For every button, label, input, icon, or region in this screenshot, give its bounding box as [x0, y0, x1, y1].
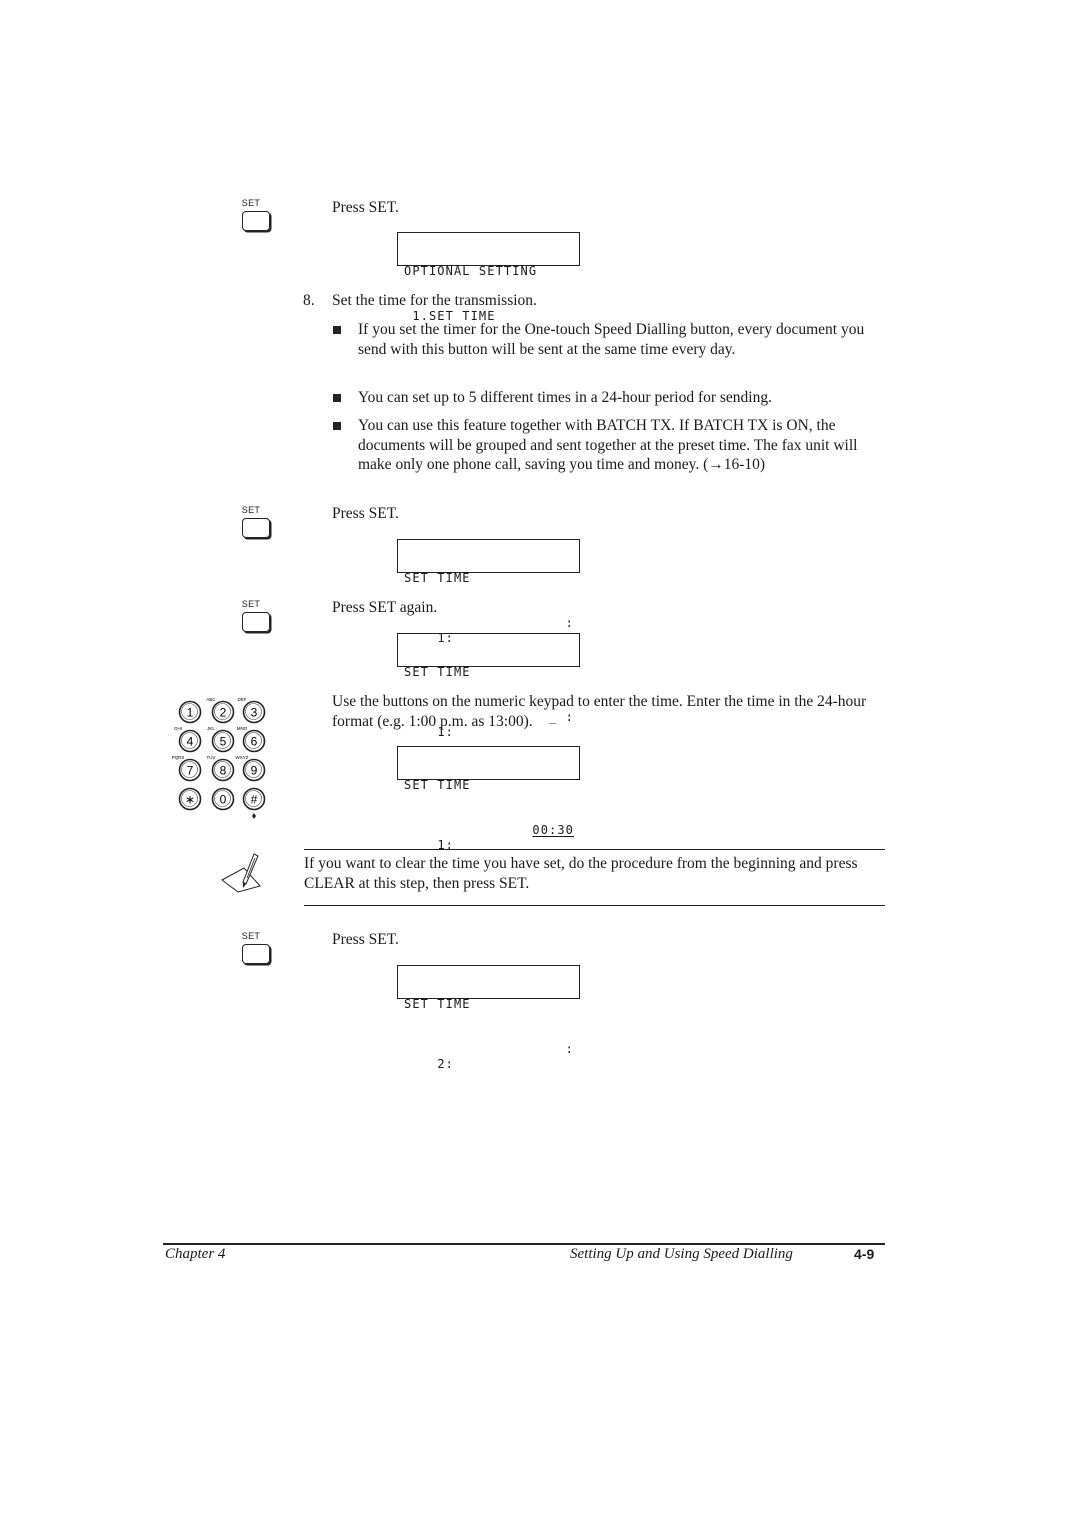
key-box [242, 944, 270, 964]
lcd-display-set-time-entered: SET TIME 1: 00:30 [397, 746, 580, 852]
lcd-line-2: 2: : [404, 1042, 579, 1071]
keypad-digit: 2 [220, 706, 227, 720]
keypad-digit: 1 [187, 706, 194, 720]
lcd-line-1: SET TIME [404, 997, 471, 1011]
keypad-digit: 4 [187, 735, 194, 749]
set-key-icon: SET [237, 505, 277, 539]
step-8-text: Set the time for the transmission. [332, 292, 537, 309]
keypad-letters: DEF [238, 697, 247, 702]
keypad-digit: 6 [251, 735, 258, 749]
keypad-key-4: 4 GHI [174, 726, 202, 753]
lcd-line-1: OPTIONAL SETTING [404, 264, 538, 278]
lcd-line-1: SET TIME [404, 665, 471, 679]
set-key-label: SET [241, 505, 261, 515]
keypad-digit: 3 [251, 706, 258, 720]
keypad-key-6: 6MNO [237, 726, 266, 753]
press-set-instruction: Press SET. [332, 505, 399, 522]
keypad-key-2: 2 ABC [206, 697, 235, 724]
keypad-digit: 5 [220, 735, 227, 749]
diamond-marker-icon [252, 813, 256, 819]
numeric-keypad-icon: 1 2 ABC 3 DEF 4 GHI 5 JKL 6 MNO 7 PQRS 8 TUV 9 WXYZ ∗ 0 # [168, 693, 278, 823]
lcd-display-optional-setting: OPTIONAL SETTING 1.SET TIME [397, 232, 580, 323]
keypad-key-9: 9WXYZ [236, 755, 266, 782]
step-number: 8. [303, 292, 315, 309]
lcd-display-set-time: SET TIME 1: : [397, 539, 580, 645]
set-key-icon: SET [237, 931, 277, 965]
keypad-graphic: 1 2 ABC 3 DEF 4 GHI 5 JKL 6MNO 7PQRS 8 TUV 9WXYZ ∗ 0 # [172, 697, 266, 819]
keypad-digit: 8 [220, 764, 227, 778]
note-text: If you want to clear the time you have s… [304, 855, 858, 892]
keypad-key-11: 0 [211, 787, 235, 811]
set-key-label: SET [241, 599, 261, 609]
bullet-text-3: You can use this feature together with B… [358, 417, 858, 473]
set-key-label: SET [241, 198, 261, 208]
keypad-key-1: 1 [178, 700, 202, 724]
keypad-letters: MNO [237, 726, 248, 731]
bullet-icon [333, 394, 341, 402]
keypad-key-10: ∗ [178, 787, 202, 811]
press-set-instruction: Press SET. [332, 931, 399, 948]
bullet-text-1: If you set the timer for the One-touch S… [358, 321, 865, 358]
key-box [242, 518, 270, 538]
keypad-digit: # [251, 793, 258, 807]
set-key-icon: SET [237, 599, 277, 633]
key-box [242, 211, 270, 231]
set-key-label: SET [241, 931, 261, 941]
bullet-icon [333, 422, 341, 430]
keypad-letters: JKL [207, 726, 215, 731]
keypad-key-12: # [242, 787, 266, 811]
keypad-key-8: 8 TUV [207, 755, 235, 782]
keypad-letters: WXYZ [236, 755, 249, 760]
keypad-key-5: 5 JKL [207, 726, 235, 753]
lcd-line-1: SET TIME [404, 778, 471, 792]
bullet-icon [333, 326, 341, 334]
lcd-time-value: 00:30 [532, 823, 574, 837]
footer-chapter: Chapter 4 [165, 1246, 226, 1262]
keypad-digit: ∗ [185, 793, 195, 807]
footer-section-title: Setting Up and Using Speed Dialling [570, 1246, 793, 1262]
keypad-letters: ABC [206, 697, 216, 702]
keypad-instruction: Use the buttons on the numeric keypad to… [332, 693, 867, 730]
press-set-again-instruction: Press SET again. [332, 599, 438, 616]
note-bottom-rule [304, 905, 885, 906]
keypad-digit: 7 [187, 764, 194, 778]
keypad-key-7: 7PQRS [172, 755, 202, 782]
keypad-digit: 0 [220, 793, 227, 807]
footer-page-number: 4-9 [854, 1246, 875, 1262]
press-set-instruction: Press SET. [332, 199, 399, 216]
keypad-key-3: 3 DEF [238, 697, 266, 724]
key-box [242, 612, 270, 632]
note-top-rule [304, 849, 885, 850]
lcd-line-1: SET TIME [404, 571, 471, 585]
lcd-entry-number: 2: [437, 1057, 454, 1071]
lcd-time-value: : [565, 616, 574, 630]
lcd-line-2: 1: 00:30 [404, 823, 579, 852]
keypad-letters: PQRS [172, 755, 185, 760]
set-key-icon: SET [237, 198, 277, 232]
keypad-letters: GHI [174, 726, 182, 731]
pencil-note-icon [220, 852, 268, 894]
keypad-letters: TUV [207, 755, 216, 760]
footer-rule [163, 1243, 885, 1245]
lcd-display-set-time-cursor: SET TIME 1: _ : [397, 633, 580, 739]
lcd-display-set-time-2: SET TIME 2: : [397, 965, 580, 1071]
lcd-time-value: : [565, 1042, 574, 1056]
lcd-line-2: 1: : [404, 616, 579, 645]
bullet-text-2: You can set up to 5 different times in a… [358, 389, 772, 406]
keypad-digit: 9 [251, 764, 258, 778]
